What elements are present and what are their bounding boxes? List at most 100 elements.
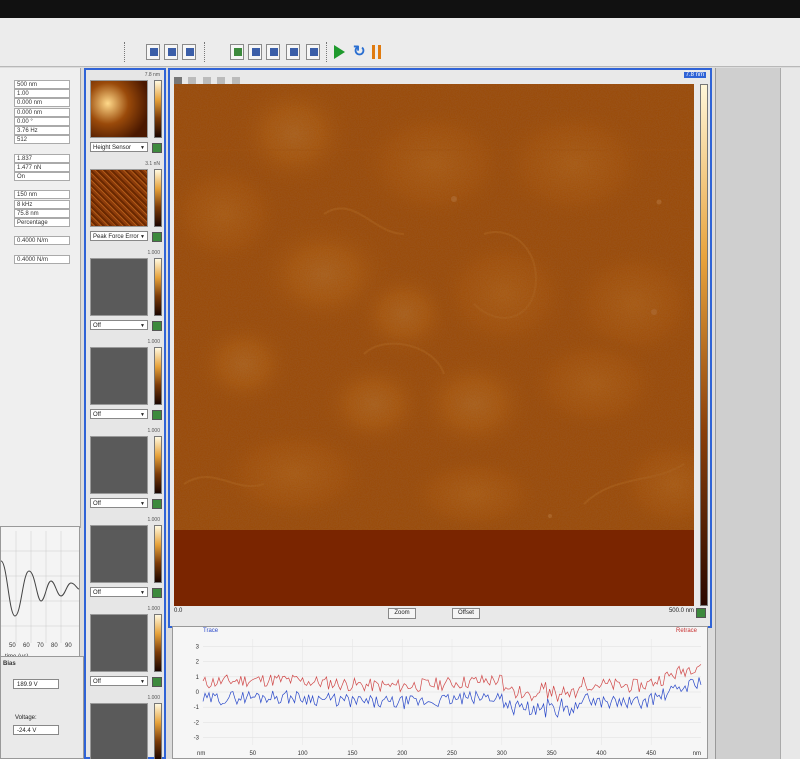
oscilloscope-waveform <box>1 560 79 617</box>
pause-icon[interactable] <box>372 45 382 59</box>
channel-thumbnail[interactable] <box>90 347 148 405</box>
thumbnail-scale-max: 7.8 nm <box>144 72 160 78</box>
channel-select[interactable]: Off ▼ <box>90 587 148 597</box>
refresh-icon[interactable]: ↻ <box>353 44 366 60</box>
scan-parameter-value[interactable]: 75.8 nm <box>14 208 70 218</box>
profile-y-tick: 1 <box>196 675 200 681</box>
toolbar: ↻ <box>0 18 800 67</box>
chevron-down-icon: ▼ <box>140 590 145 596</box>
scan-parameter-value[interactable]: 0.4000 N/m <box>14 236 70 246</box>
image-axis-origin: 0.0 <box>174 608 183 614</box>
thumbnail-color-bar <box>154 525 162 583</box>
scan-parameter-value[interactable]: 3.76 Hz <box>14 126 70 135</box>
scan-parameter-value[interactable]: 500 nm <box>14 80 70 89</box>
channels-button[interactable] <box>164 44 178 60</box>
scan-parameter-value[interactable]: 512 <box>14 135 70 145</box>
chevron-down-icon: ▼ <box>140 234 145 240</box>
chevron-down-icon: ▼ <box>140 323 145 329</box>
play-icon[interactable] <box>334 45 345 59</box>
channel-thumbnail[interactable] <box>90 436 148 494</box>
channel-thumbnail[interactable] <box>90 525 148 583</box>
tip-down-button[interactable] <box>286 44 300 60</box>
profile-x-tick: 50 <box>249 751 256 757</box>
thumbnail-scale-max: 1.000 <box>147 428 160 434</box>
profile-x-tick: 300 <box>497 751 508 757</box>
channel-thumbnail[interactable] <box>90 80 148 138</box>
channel-settings-icon[interactable] <box>152 588 162 598</box>
scan-view-button[interactable] <box>146 44 160 60</box>
thumbnail-color-bar <box>154 614 162 672</box>
channel-thumbnail[interactable] <box>90 169 148 227</box>
channels-icon <box>168 48 176 56</box>
toolbar-separator <box>124 42 127 62</box>
thumbnail-scale-max: 1.000 <box>147 695 160 701</box>
channel-select[interactable]: Off ▼ <box>90 320 148 330</box>
withdraw-button[interactable] <box>248 44 262 60</box>
zoom-button[interactable]: Zoom <box>388 608 416 619</box>
channel-select[interactable]: Height Sensor ▼ <box>90 142 148 152</box>
scan-parameter-value[interactable]: 1.477 nN <box>14 162 70 172</box>
scan-parameter-value[interactable]: 150 nm <box>14 190 70 200</box>
oscilloscope-panel: 5060708090 time (µs) <box>0 526 80 666</box>
channel-select-label: Height Sensor <box>93 145 132 151</box>
thumbnail-color-bar <box>154 347 162 405</box>
tip-down-icon <box>290 48 298 56</box>
scan-parameter-value[interactable]: 1.00 <box>14 89 70 99</box>
scan-parameter-value[interactable]: 0.4000 N/m <box>14 254 70 264</box>
profile-y-tick: -2 <box>194 720 200 726</box>
channel-select[interactable]: Peak Force Error ▼ <box>90 231 148 241</box>
scan-parameter-value[interactable]: On <box>14 172 70 181</box>
channel-thumbnail[interactable] <box>90 258 148 316</box>
channel-settings-icon[interactable] <box>152 143 162 153</box>
scan-parameter-value[interactable]: Percentage <box>14 218 70 227</box>
channel-settings-icon[interactable] <box>152 410 162 420</box>
oscilloscope-x-tick: 60 <box>23 643 30 649</box>
chevron-down-icon: ▼ <box>140 501 145 507</box>
image-settings-icon[interactable] <box>696 608 706 618</box>
scan-parameter-value[interactable]: 0.000 nm <box>14 107 70 117</box>
channel-select[interactable]: Off ▼ <box>90 409 148 419</box>
channel-settings-icon[interactable] <box>152 321 162 331</box>
oscilloscope-plot <box>1 531 79 643</box>
oscilloscope-x-tick: 70 <box>37 643 44 649</box>
chevron-down-icon: ▼ <box>140 412 145 418</box>
thumbnail-color-bar <box>154 436 162 494</box>
scan-parameter-value[interactable]: 8 kHz <box>14 199 70 209</box>
scan-parameter-value[interactable]: 0.00 ° <box>14 116 70 126</box>
window-edge <box>780 68 800 759</box>
bias-value-field[interactable]: 189.9 V <box>13 679 59 689</box>
profile-y-tick: 0 <box>196 690 200 696</box>
grid-icon <box>150 48 158 56</box>
thumbnail-scale-max: 1.000 <box>147 517 160 523</box>
profile-x-tick: 150 <box>347 751 358 757</box>
channel-settings-icon[interactable] <box>152 677 162 687</box>
oscilloscope-x-tick: 80 <box>51 643 58 649</box>
thumbnail-scale-max: 3.1 nN <box>145 161 160 167</box>
channel-thumbnail[interactable] <box>90 703 148 759</box>
chevron-down-icon: ▼ <box>140 679 145 685</box>
scan-parameter-value[interactable]: 1.837 <box>14 153 70 163</box>
offset-button[interactable]: Offset <box>452 608 480 619</box>
image-axis-max: 500.0 nm <box>668 608 694 614</box>
channel-settings-icon[interactable] <box>152 232 162 242</box>
afm-height-image[interactable] <box>174 84 694 530</box>
oscilloscope-x-tick: 50 <box>9 643 16 649</box>
main-image-scale-max: 7.8 nm <box>683 72 706 78</box>
channel-thumbnail[interactable] <box>90 614 148 672</box>
capture-button[interactable] <box>306 44 320 60</box>
engage-button[interactable] <box>230 44 244 60</box>
voltage-label: Voltage: <box>15 715 37 721</box>
voltage-value-field[interactable]: -24.4 V <box>13 725 59 735</box>
oscilloscope-x-tick: 90 <box>65 643 72 649</box>
tip-up-button[interactable] <box>266 44 280 60</box>
channel-settings-icon[interactable] <box>152 499 162 509</box>
main-image-panel: 7.8 nm 0.0 500.0 nm Zoom Offset <box>168 68 712 628</box>
unscanned-region <box>174 530 694 606</box>
voltage-panel: Bias 189.9 V Voltage: -24.4 V <box>0 656 84 759</box>
channel-select[interactable]: Off ▼ <box>90 676 148 686</box>
scan-parameter-value[interactable]: 0.000 nm <box>14 98 70 108</box>
line-profile-panel: Trace Retrace 3 2 1 0 -1 -2 -3 50 100 150 200 250 30… <box>172 626 708 759</box>
image-button[interactable] <box>182 44 196 60</box>
channel-select[interactable]: Off ▼ <box>90 498 148 508</box>
right-side-panel <box>715 68 781 759</box>
